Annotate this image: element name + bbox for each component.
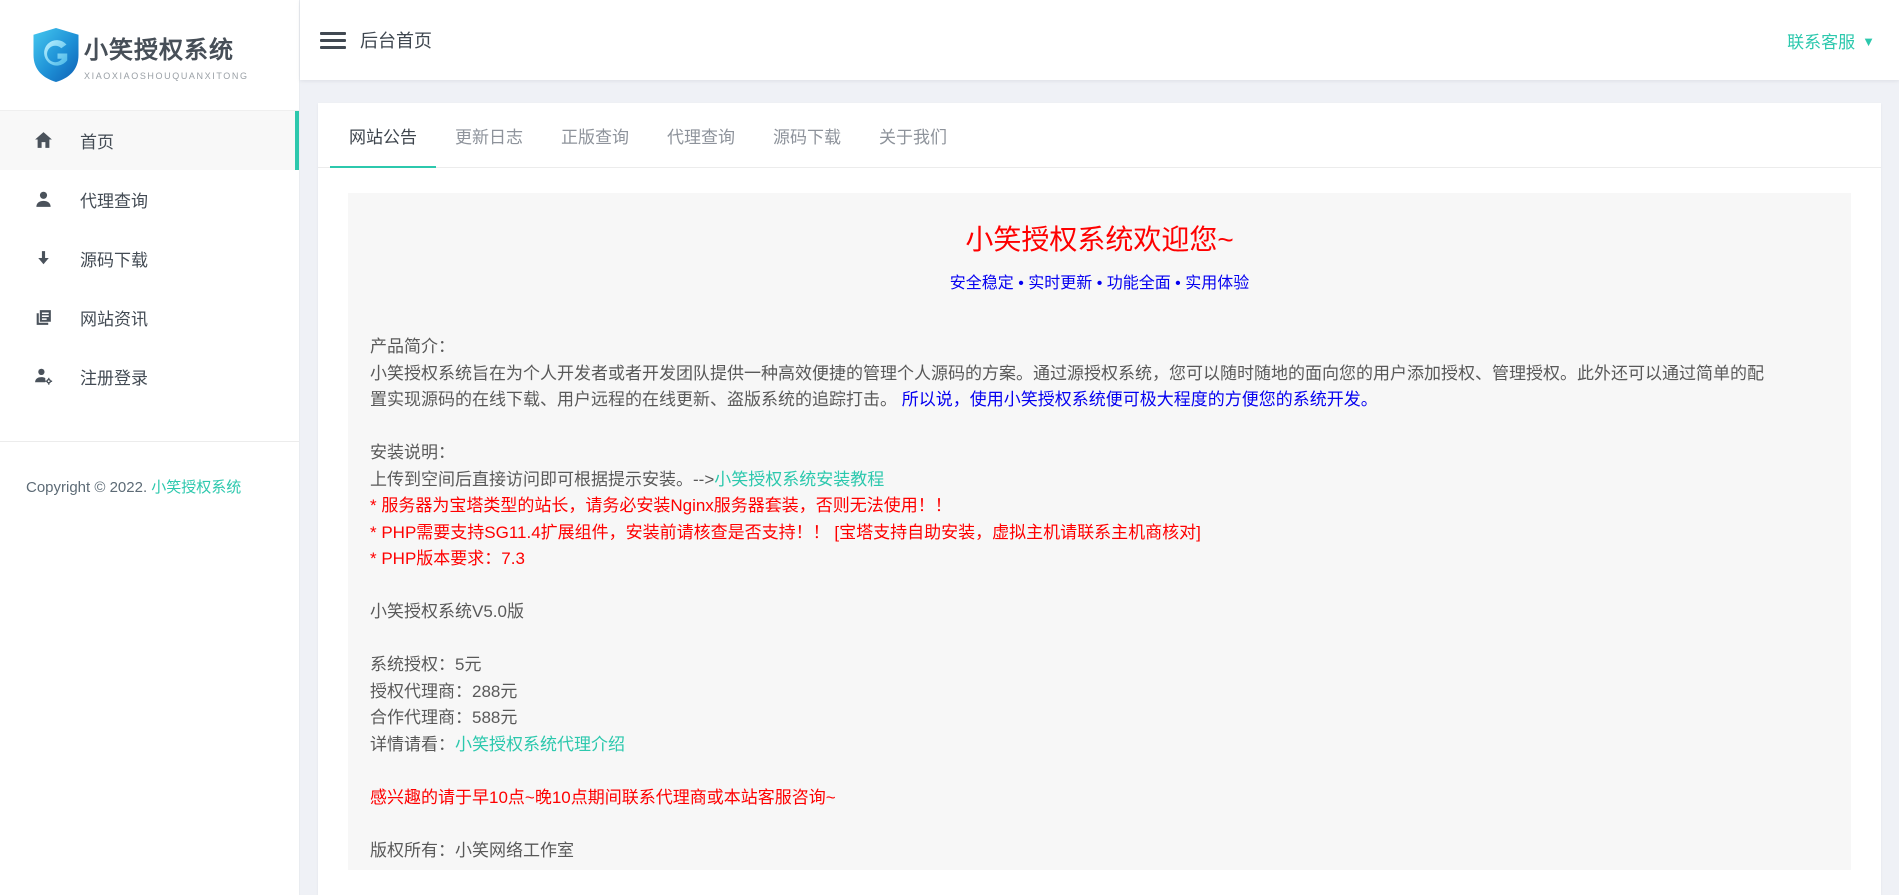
announcement-subtitle: 安全稳定 • 实时更新 • 功能全面 • 实用体验 bbox=[370, 269, 1829, 293]
sidebar: 小笑授权系统 XIAOXIAOSHOUQUANXITONG 首页 代理查询 bbox=[0, 0, 300, 895]
content-area: 网站公告 更新日志 正版查询 代理查询 源码下载 关于我们 小笑授权系统欢迎您~… bbox=[300, 80, 1899, 895]
announcement-text-segment: * PHP需要支持SG11.4扩展组件，安装前请核查是否支持！！ [宝塔支持自助… bbox=[370, 523, 1201, 542]
announcement-text-segment: 小笑授权系统V5.0版 bbox=[370, 602, 524, 621]
sidebar-item-label: 注册登录 bbox=[80, 364, 148, 389]
person-icon bbox=[32, 189, 54, 211]
announcement-line: 上传到空间后直接访问即可根据提示安装。-->小笑授权系统安装教程 bbox=[370, 467, 1829, 494]
announcement-text-segment: 所以说，使用小笑授权系统便可极大程度的方便您的系统开发。 bbox=[897, 390, 1378, 409]
announcement-line bbox=[370, 758, 1829, 785]
brand-title: 小笑授权系统 bbox=[84, 30, 249, 65]
announcement-text-segment: 系统授权：5元 bbox=[370, 655, 481, 674]
tab-about-us[interactable]: 关于我们 bbox=[860, 103, 966, 167]
copyright-brand-link[interactable]: 小笑授权系统 bbox=[151, 479, 241, 496]
copyright-text: Copyright © 2022. bbox=[26, 479, 151, 496]
tab-source-download[interactable]: 源码下载 bbox=[754, 103, 860, 167]
announcement-line: 小笑授权系统V5.0版 bbox=[370, 599, 1829, 626]
announcement-text-segment: 版权所有：小笑网络工作室 bbox=[370, 841, 574, 860]
home-icon bbox=[32, 130, 54, 152]
sidebar-item-agent-query[interactable]: 代理查询 bbox=[0, 170, 299, 229]
sidebar-item-label: 代理查询 bbox=[80, 187, 148, 212]
announcement-line: 版权所有：小笑网络工作室 bbox=[370, 838, 1829, 865]
page-title: 后台首页 bbox=[360, 27, 432, 53]
announcement-line: * PHP版本要求：7.3 bbox=[370, 546, 1829, 573]
menu-toggle-icon[interactable] bbox=[320, 25, 346, 56]
announcement-title: 小笑授权系统欢迎您~ bbox=[370, 218, 1829, 258]
announcement-text-segment: 授权代理商：288元 bbox=[370, 682, 517, 701]
announcement-line bbox=[370, 811, 1829, 838]
main-area: 后台首页 联系客服 ▼ 网站公告 更新日志 正版查询 代理查询 源码下载 关于我… bbox=[300, 0, 1899, 895]
brand: 小笑授权系统 XIAOXIAOSHOUQUANXITONG bbox=[0, 0, 299, 111]
announcement-line: 安装说明： bbox=[370, 440, 1829, 467]
brand-text: 小笑授权系统 XIAOXIAOSHOUQUANXITONG bbox=[84, 30, 249, 81]
announcement-line: 系统授权：5元 bbox=[370, 652, 1829, 679]
announcement-line bbox=[370, 414, 1829, 441]
brand-shield-logo-icon bbox=[32, 26, 80, 84]
announcement-text-segment: * PHP版本要求：7.3 bbox=[370, 549, 525, 568]
person-gear-icon bbox=[32, 366, 54, 388]
library-icon bbox=[32, 307, 54, 329]
app-layout: 小笑授权系统 XIAOXIAOSHOUQUANXITONG 首页 代理查询 bbox=[0, 0, 1899, 895]
announcement-text-segment: 感兴趣的请于早10点~晚10点期间联系代理商或本站客服咨询~ bbox=[370, 788, 836, 807]
tab-agent-query[interactable]: 代理查询 bbox=[648, 103, 754, 167]
sidebar-item-label: 源码下载 bbox=[80, 246, 148, 271]
announcement-link[interactable]: 小笑授权系统代理介绍 bbox=[455, 735, 625, 754]
sidebar-item-home[interactable]: 首页 bbox=[0, 111, 299, 170]
announcement-line bbox=[370, 573, 1829, 600]
announcement-line bbox=[370, 626, 1829, 653]
contact-support-dropdown[interactable]: 联系客服 ▼ bbox=[1787, 28, 1875, 53]
sidebar-item-label: 网站资讯 bbox=[80, 305, 148, 330]
announcement-text-segment: 合作代理商：588元 bbox=[370, 708, 517, 727]
announcement-line: 合作代理商：588元 bbox=[370, 705, 1829, 732]
top-bar: 后台首页 联系客服 ▼ bbox=[300, 0, 1899, 80]
announcement-line: 产品简介： bbox=[370, 334, 1829, 361]
tab-update-log[interactable]: 更新日志 bbox=[436, 103, 542, 167]
announcement-body: 产品简介： 小笑授权系统旨在为个人开发者或者开发团队提供一种高效便捷的管理个人源码… bbox=[370, 334, 1829, 864]
announcement-line: 置实现源码的在线下载、用户远程的在线更新、盗版系统的追踪打击。 所以说，使用小笑… bbox=[370, 387, 1829, 414]
sidebar-item-register-login[interactable]: 注册登录 bbox=[0, 347, 299, 406]
announcement-panel: 小笑授权系统欢迎您~ 安全稳定 • 实时更新 • 功能全面 • 实用体验 产品简… bbox=[348, 193, 1851, 870]
announcement-text-segment: 安装说明： bbox=[370, 443, 455, 462]
announcement-text-segment: 上传到空间后直接访问即可根据提示安装。--> bbox=[370, 470, 714, 489]
sidebar-menu: 首页 代理查询 源码下载 bbox=[0, 111, 299, 406]
announcement-link[interactable]: 小笑授权系统安装教程 bbox=[714, 470, 884, 489]
announcement-line: 详情请看：小笑授权系统代理介绍 bbox=[370, 732, 1829, 759]
announcement-line: 感兴趣的请于早10点~晚10点期间联系代理商或本站客服咨询~ bbox=[370, 785, 1829, 812]
announcement-line: * 服务器为宝塔类型的站长，请务必安装Nginx服务器套装，否则无法使用！！ bbox=[370, 493, 1829, 520]
sidebar-item-label: 首页 bbox=[80, 128, 114, 153]
announcement-line: 授权代理商：288元 bbox=[370, 679, 1829, 706]
download-icon bbox=[32, 248, 54, 270]
announcement-text-segment: * 服务器为宝塔类型的站长，请务必安装Nginx服务器套装，否则无法使用！！ bbox=[370, 496, 952, 515]
contact-support-link[interactable]: 联系客服 bbox=[1787, 28, 1855, 53]
content-card: 网站公告 更新日志 正版查询 代理查询 源码下载 关于我们 小笑授权系统欢迎您~… bbox=[318, 103, 1881, 895]
announcement-line: 小笑授权系统旨在为个人开发者或者开发团队提供一种高效便捷的管理个人源码的方案。通… bbox=[370, 361, 1829, 388]
tab-site-announcement[interactable]: 网站公告 bbox=[330, 103, 436, 167]
announcement-line: * PHP需要支持SG11.4扩展组件，安装前请核查是否支持！！ [宝塔支持自助… bbox=[370, 520, 1829, 547]
tab-bar: 网站公告 更新日志 正版查询 代理查询 源码下载 关于我们 bbox=[318, 103, 1881, 168]
announcement-text-segment: 详情请看： bbox=[370, 735, 455, 754]
announcement-text-segment: 置实现源码的在线下载、用户远程的在线更新、盗版系统的追踪打击。 bbox=[370, 390, 897, 409]
tab-genuine-query[interactable]: 正版查询 bbox=[542, 103, 648, 167]
brand-subtitle: XIAOXIAOSHOUQUANXITONG bbox=[84, 71, 249, 81]
announcement-text-segment: 产品简介： bbox=[370, 337, 455, 356]
sidebar-item-source-download[interactable]: 源码下载 bbox=[0, 229, 299, 288]
sidebar-copyright: Copyright © 2022. 小笑授权系统 bbox=[0, 442, 299, 502]
announcement-text-segment: 小笑授权系统旨在为个人开发者或者开发团队提供一种高效便捷的管理个人源码的方案。通… bbox=[370, 364, 1764, 383]
chevron-down-icon: ▼ bbox=[1862, 34, 1875, 49]
sidebar-item-site-news[interactable]: 网站资讯 bbox=[0, 288, 299, 347]
